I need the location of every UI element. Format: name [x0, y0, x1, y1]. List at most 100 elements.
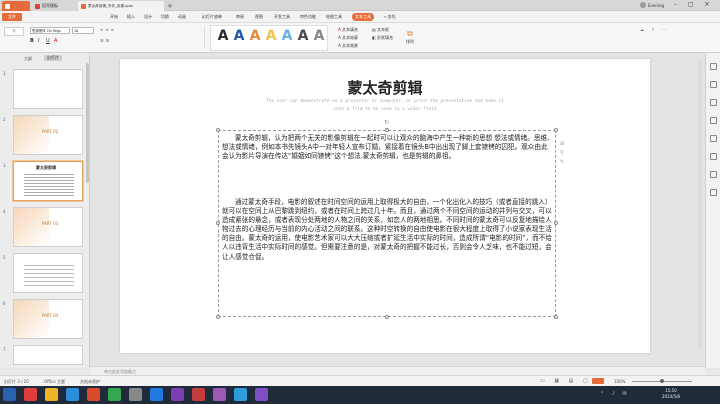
design-icon[interactable] — [710, 81, 717, 88]
taskbar-app-editor[interactable] — [213, 388, 226, 401]
taskbar-app-chat[interactable] — [108, 388, 121, 401]
slide-thumb-1[interactable] — [13, 69, 83, 109]
taskbar-app-video[interactable] — [234, 388, 247, 401]
arrange-button[interactable]: ⧉ 排列 — [400, 29, 420, 45]
resize-handle-bottom[interactable] — [385, 315, 389, 319]
taskbar-app-explorer[interactable] — [45, 388, 58, 401]
system-tray-icons[interactable]: ⌃ ♪ ✉ — [600, 391, 630, 397]
toolbar-right-icons[interactable]: ☁ ⇪ ⋯ — [640, 27, 669, 32]
notes-pane[interactable]: 单击此处添加备注 — [90, 366, 705, 375]
resize-handle-top-right[interactable] — [554, 128, 558, 132]
close-button[interactable]: × — [704, 0, 710, 8]
user-account[interactable]: Evening — [640, 2, 664, 8]
search-box[interactable]: ⌕ 查找 — [384, 14, 396, 20]
text-outline-button[interactable]: A 文本轮廓 — [338, 35, 358, 41]
taskbar-app-after-effects[interactable] — [255, 388, 268, 401]
wordart-style-6[interactable]: A — [296, 28, 310, 45]
menu-view[interactable]: 视图 — [255, 14, 263, 20]
quick-toolbar-icons[interactable]: ⊞ ⚲ ✎ — [560, 140, 564, 167]
doc-protect-status[interactable]: 文档未保护 — [80, 379, 100, 385]
menu-animation[interactable]: 动画 — [178, 14, 186, 20]
animation-icon[interactable] — [710, 99, 717, 106]
slide-thumb-2[interactable]: PART 02 — [13, 115, 83, 155]
wordart-style-5[interactable]: A — [280, 28, 294, 45]
wordart-style-1[interactable]: A — [216, 28, 230, 45]
underline-button[interactable]: U — [46, 38, 50, 44]
tab-outline[interactable]: 大纲 — [24, 56, 32, 62]
menu-design[interactable]: 设计 — [144, 14, 152, 20]
wordart-style-7[interactable]: A — [312, 28, 326, 45]
text-fill-button[interactable]: A 文本填充 — [338, 27, 358, 33]
wordart-style-2[interactable]: A — [232, 28, 246, 45]
tab-current-doc[interactable]: 蒙太奇剪辑_写作_讲课.pptx — [78, 1, 164, 11]
slide-thumb-3-selected[interactable]: 蒙太奇剪辑 — [12, 160, 84, 202]
wordart-style-4[interactable]: A — [264, 28, 278, 45]
backup-icon[interactable] — [710, 153, 717, 160]
taskbar-app-wps[interactable] — [24, 388, 37, 401]
taskbar-app-browser[interactable] — [66, 388, 79, 401]
thumb-decoration — [14, 208, 49, 246]
wps-home-button[interactable] — [2, 1, 30, 11]
resize-handle-top[interactable] — [385, 128, 389, 132]
thumb-pane-scrollbar[interactable] — [86, 63, 89, 183]
tab-slides[interactable]: 幻灯片 — [44, 55, 62, 61]
text-effect-label: 文本效果 — [342, 43, 359, 48]
resize-handle-bottom-left[interactable] — [216, 315, 220, 319]
menu-transition[interactable]: 切换 — [161, 14, 169, 20]
slide-thumb-4[interactable]: PART 03 — [13, 207, 83, 247]
taskbar-app-ppt[interactable] — [192, 388, 205, 401]
menu-home[interactable]: 开始 — [110, 14, 118, 20]
maximize-button[interactable]: □ — [688, 1, 694, 8]
bold-button[interactable]: B — [30, 38, 34, 44]
resize-handle-right[interactable] — [554, 221, 558, 225]
layout-icon[interactable] — [710, 135, 717, 142]
wordart-style-3[interactable]: A — [248, 28, 262, 45]
workspace-vertical-scrollbar[interactable] — [698, 60, 702, 350]
paste-button[interactable]: ⎘ — [4, 27, 24, 36]
font-size-select[interactable]: 18 — [72, 27, 94, 34]
view-mode-buttons[interactable]: ▭ ▦ ▤ ▢ — [540, 378, 592, 384]
selection-icon[interactable] — [710, 117, 717, 124]
property-icon[interactable] — [710, 63, 717, 70]
menu-text-tools[interactable]: 文本工具 — [352, 13, 374, 21]
share-icon[interactable] — [710, 171, 717, 178]
file-menu[interactable]: 文件 — [2, 13, 22, 21]
italic-button[interactable]: I — [38, 38, 39, 44]
text-box-button[interactable]: ▤ 文本框 — [372, 27, 389, 33]
font-color-button[interactable]: A — [54, 38, 57, 44]
slide-thumb-7[interactable] — [13, 345, 83, 365]
list-buttons[interactable]: ☰☰ — [100, 38, 111, 43]
zoom-slider-thumb[interactable] — [660, 379, 664, 383]
new-tab-button[interactable]: + — [167, 2, 173, 10]
taskbar-app-premiere[interactable] — [171, 388, 184, 401]
slide-title[interactable]: 蒙太奇剪辑 — [310, 77, 460, 98]
menu-developer[interactable]: 开发工具 — [274, 14, 290, 20]
font-name-select[interactable]: 思源黑体 CN Regu — [30, 27, 70, 34]
tab-docer-templates[interactable]: 稻壳模板 — [32, 1, 76, 11]
paragraph-align-buttons[interactable]: ≡≡≡ — [100, 27, 116, 32]
resize-handle-top-left[interactable] — [216, 128, 220, 132]
text-outline-icon: A — [338, 35, 341, 40]
resize-handle-left[interactable] — [216, 221, 220, 225]
taskbar-app-office[interactable] — [87, 388, 100, 401]
menu-slideshow[interactable]: 幻灯片放映 — [202, 14, 222, 20]
taskbar-app-meeting[interactable] — [150, 388, 163, 401]
menu-insert[interactable]: 插入 — [127, 14, 135, 20]
start-button[interactable] — [3, 388, 16, 401]
menu-drawing-tools[interactable]: 绘图工具 — [326, 14, 342, 20]
resize-handle-bottom-right[interactable] — [554, 315, 558, 319]
help-icon[interactable] — [710, 189, 717, 196]
menu-special[interactable]: 特色功能 — [300, 14, 316, 20]
slide-subtitle[interactable]: The user can demonstrate on a projector … — [230, 98, 540, 114]
slide-thumb-6[interactable]: PART 04 — [13, 299, 83, 339]
minimize-button[interactable]: – — [674, 1, 677, 8]
play-slideshow-button[interactable] — [592, 378, 604, 384]
menu-review[interactable]: 审阅 — [236, 14, 244, 20]
taskbar-clock[interactable]: 15:50 2024/5/8 — [662, 388, 680, 400]
zoom-level[interactable]: 100% — [614, 379, 625, 384]
taskbar-app-generic[interactable] — [129, 388, 142, 401]
shape-fill-button[interactable]: ◧ 形状填充 — [372, 35, 393, 41]
rotate-handle-icon[interactable]: ↻ — [384, 119, 389, 126]
text-effect-button[interactable]: A 文本效果 — [338, 43, 358, 49]
slide-thumb-5[interactable] — [13, 253, 83, 293]
